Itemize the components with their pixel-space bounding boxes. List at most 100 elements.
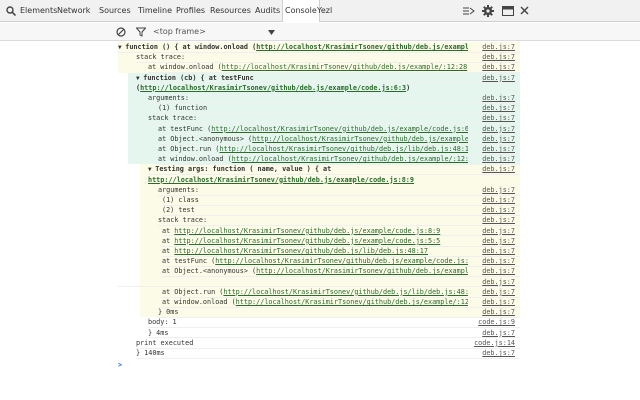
source-location-link[interactable]: deb.js:7 bbox=[470, 287, 515, 297]
source-location-link[interactable]: deb.js:7 bbox=[470, 348, 515, 358]
console-line: at window.onload (http://localhost/Krasi… bbox=[148, 62, 468, 72]
console-line: stack trace: bbox=[136, 52, 468, 62]
source-location-link[interactable]: deb.js:7 bbox=[470, 277, 515, 287]
console-text: at Object.<anonymous> ( bbox=[162, 267, 257, 276]
console-line: ▼ Testing args: function ( name, value )… bbox=[148, 164, 468, 174]
source-location-link[interactable]: deb.js:7 bbox=[470, 226, 515, 236]
console-line: at Object.<anonymous> (http://localhost/… bbox=[162, 266, 468, 276]
console-line: arguments: bbox=[158, 185, 468, 195]
console-text: at testFunc ( bbox=[158, 124, 212, 133]
console-line: ▼ function (cb) { at testFunc bbox=[136, 73, 468, 83]
console-line: (2) test bbox=[162, 205, 468, 215]
tab-network[interactable]: Network bbox=[57, 0, 90, 22]
source-url-link[interactable]: http://localhost/KrasimirTsonev/github/d… bbox=[256, 267, 468, 275]
console-filter-bar: <top frame> bbox=[0, 23, 640, 41]
source-location-link[interactable]: deb.js:7 bbox=[470, 266, 515, 276]
source-location-link[interactable]: deb.js:7 bbox=[470, 62, 515, 72]
tab-profiles[interactable]: Profiles bbox=[176, 0, 205, 22]
source-location-link[interactable]: deb.js:7 bbox=[470, 164, 515, 174]
console-text: stack trace: bbox=[158, 216, 208, 225]
source-url-link[interactable]: http://localhost/KrasimirTsonev/github/d… bbox=[219, 145, 468, 153]
console-line: http://localhost/KrasimirTsonev/github/d… bbox=[148, 175, 468, 185]
source-url-link[interactable]: http://localhost/KrasimirTsonev/github/d… bbox=[215, 257, 468, 265]
source-url-link[interactable]: http://localhost/KrasimirTsonev/github/d… bbox=[252, 135, 468, 143]
console-line: } 0ms bbox=[158, 307, 468, 317]
source-url-link[interactable]: http://localhost/KrasimirTsonev/github/d… bbox=[140, 84, 406, 92]
source-location-link[interactable]: deb.js:7 bbox=[470, 256, 515, 266]
console-text: body: 1 bbox=[148, 318, 177, 327]
console-text: } 0ms bbox=[158, 308, 179, 317]
console-text: (2) test bbox=[162, 206, 195, 215]
source-location-link[interactable]: deb.js:7 bbox=[470, 42, 515, 52]
source-url-link[interactable]: http://localhost/KrasimirTsonev/github/d… bbox=[174, 247, 428, 255]
source-url-link[interactable]: http://localhost/KrasimirTsonev/github/d… bbox=[236, 298, 468, 306]
console-text: at window.onload ( bbox=[148, 63, 222, 72]
source-url-link[interactable]: http://localhost/KrasimirTsonev/github/d… bbox=[223, 288, 468, 296]
source-location-link[interactable]: deb.js:7 bbox=[470, 93, 515, 103]
console-line: at testFunc (http://localhost/KrasimirTs… bbox=[162, 256, 468, 266]
tab-console[interactable]: Console bbox=[282, 0, 320, 22]
console-line: at http://localhost/KrasimirTsonev/githu… bbox=[162, 226, 468, 236]
source-location-link[interactable]: deb.js:7 bbox=[470, 154, 515, 164]
console-line: arguments: bbox=[148, 93, 468, 103]
source-url-link[interactable]: http://localhost/KrasimirTsonev/github/d… bbox=[211, 125, 468, 133]
line-divider bbox=[136, 357, 520, 359]
tab-timeline[interactable]: Timeline bbox=[138, 0, 172, 22]
devtools-toolbar: Elements Network Sources Timeline Profil… bbox=[0, 0, 640, 22]
console-line: at http://localhost/KrasimirTsonev/githu… bbox=[162, 246, 468, 256]
console-output: ▼ function () { at window.onload (http:/… bbox=[0, 41, 640, 400]
source-location-link[interactable]: deb.js:7 bbox=[470, 195, 515, 205]
console-text: at Object.<anonymous> ( bbox=[158, 134, 253, 143]
console-line: at Object.run (http://localhost/Krasimir… bbox=[158, 144, 468, 154]
console-text: stack trace: bbox=[148, 114, 198, 123]
source-location-link[interactable]: deb.js:7 bbox=[470, 113, 515, 123]
source-location-link[interactable]: deb.js:7 bbox=[470, 124, 515, 134]
console-text: function (cb) { at testFunc bbox=[143, 73, 254, 82]
source-location-link[interactable]: deb.js:7 bbox=[470, 205, 515, 215]
source-url-link[interactable]: http://localhost/KrasimirTsonev/github/d… bbox=[232, 155, 468, 163]
console-text: at window.onload ( bbox=[162, 298, 236, 306]
console-line: stack trace: bbox=[158, 215, 468, 225]
console-text: } 4ms bbox=[148, 328, 169, 337]
source-location-link[interactable]: deb.js:7 bbox=[470, 185, 515, 195]
frame-selector[interactable]: <top frame> bbox=[153, 23, 206, 41]
source-url-link[interactable]: http://localhost/KrasimirTsonev/github/d… bbox=[174, 237, 440, 245]
source-location-link[interactable]: deb.js:7 bbox=[470, 246, 515, 256]
console-prompt[interactable]: > bbox=[118, 360, 122, 370]
console-line: (1) function bbox=[158, 103, 468, 113]
source-location-link[interactable]: deb.js:7 bbox=[470, 215, 515, 225]
source-url-link[interactable]: http://localhost/KrasimirTsonev/github/d… bbox=[222, 63, 468, 71]
source-location-link[interactable]: deb.js:7 bbox=[470, 328, 515, 338]
source-location-link[interactable]: code.js:9 bbox=[470, 317, 515, 327]
console-text: (1) class bbox=[162, 196, 199, 204]
console-line: (http://localhost/KrasimirTsonev/github/… bbox=[136, 83, 468, 93]
tab-yezl[interactable]: Yezl bbox=[317, 0, 332, 22]
tab-sources[interactable]: Sources bbox=[99, 0, 131, 22]
console-line: at Object.<anonymous> (http://localhost/… bbox=[158, 134, 468, 144]
source-location-link[interactable]: code.js:14 bbox=[470, 338, 515, 348]
console-text: (1) function bbox=[158, 104, 208, 113]
source-location-link[interactable]: deb.js:7 bbox=[470, 52, 515, 62]
console-text: } 140ms bbox=[136, 349, 165, 357]
source-url-link[interactable]: http://localhost/KrasimirTsonev/github/d… bbox=[174, 227, 440, 235]
source-url-link[interactable]: http://localhost/KrasimirTsonev/github/d… bbox=[148, 176, 414, 184]
console-text: at bbox=[162, 236, 175, 245]
console-line: (1) class bbox=[162, 195, 468, 205]
console-text: at testFunc ( bbox=[162, 257, 216, 266]
source-location-link[interactable]: deb.js:7 bbox=[470, 103, 515, 113]
source-location-link[interactable]: deb.js:7 bbox=[470, 307, 515, 317]
source-location-link[interactable]: deb.js:7 bbox=[470, 297, 515, 307]
tab-resources[interactable]: Resources bbox=[210, 0, 251, 22]
console-text: at window.onload ( bbox=[158, 155, 232, 164]
source-location-link[interactable]: deb.js:7 bbox=[470, 144, 515, 154]
source-location-link[interactable]: deb.js:7 bbox=[470, 236, 515, 246]
console-text: at bbox=[162, 247, 175, 255]
tab-elements[interactable]: Elements bbox=[20, 0, 57, 22]
source-location-link[interactable]: deb.js:7 bbox=[470, 73, 515, 83]
console-line: } 4ms bbox=[148, 328, 468, 338]
console-line: body: 1 bbox=[148, 317, 468, 327]
source-location-link[interactable]: deb.js:7 bbox=[470, 134, 515, 144]
tab-audits[interactable]: Audits bbox=[255, 0, 280, 22]
source-url-link[interactable]: http://localhost/KrasimirTsonev/github/d… bbox=[256, 43, 468, 51]
